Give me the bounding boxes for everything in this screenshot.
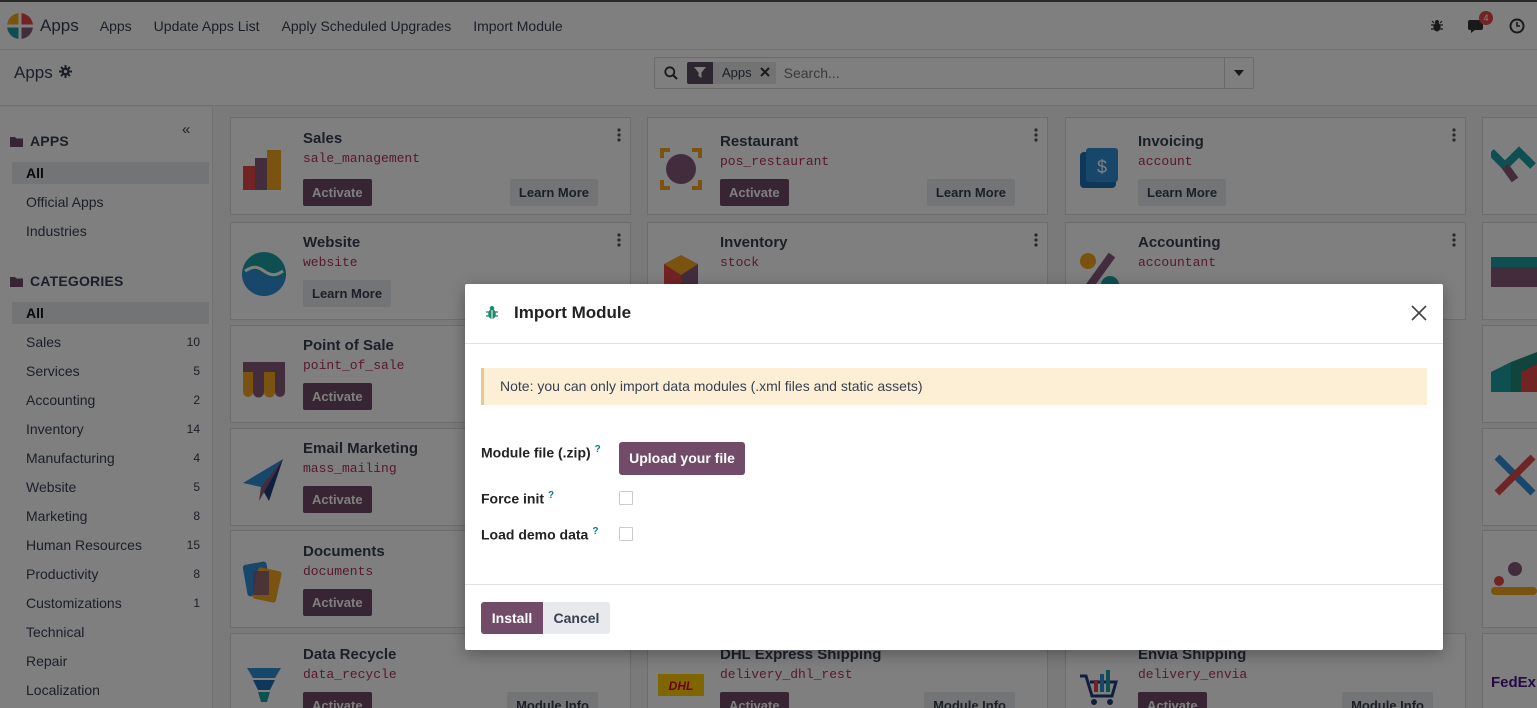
load-demo-data-checkbox[interactable] (619, 527, 633, 541)
modal-footer: Install Cancel (465, 584, 1443, 650)
cancel-button[interactable]: Cancel (543, 602, 610, 634)
info-note: Note: you can only import data modules (… (481, 368, 1427, 405)
help-tooltip-icon[interactable]: ? (592, 526, 598, 537)
debug-bug-icon (486, 306, 498, 319)
load-demo-data-label: Load demo data? (481, 526, 599, 543)
modal-header: Import Module (465, 284, 1443, 344)
module-file-label: Module file (.zip)? (481, 444, 601, 461)
upload-file-button[interactable]: Upload your file (619, 442, 745, 475)
help-tooltip-icon[interactable]: ? (595, 444, 601, 455)
close-icon[interactable] (1409, 303, 1429, 323)
force-init-checkbox[interactable] (619, 491, 633, 505)
help-tooltip-icon[interactable]: ? (548, 490, 554, 501)
modal-title: Import Module (514, 303, 632, 322)
install-button[interactable]: Install (481, 602, 543, 634)
force-init-label: Force init? (481, 490, 555, 507)
import-module-dialog: Import Module Note: you can only import … (465, 284, 1443, 650)
